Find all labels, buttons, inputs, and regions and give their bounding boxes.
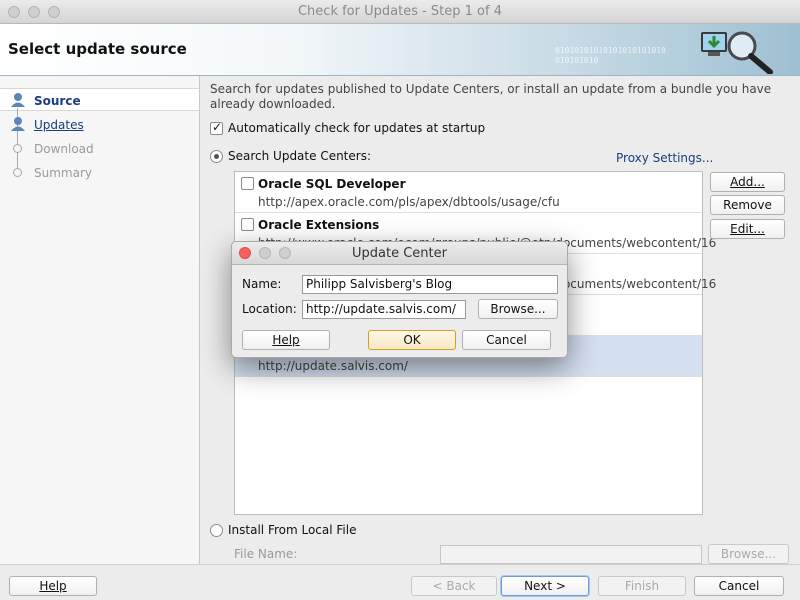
dialog-help-button[interactable]: Help xyxy=(242,330,330,350)
next-button-label: Next > xyxy=(524,579,566,593)
step-download: Download xyxy=(34,142,94,156)
install-local-file-radio[interactable] xyxy=(210,524,223,537)
list-item[interactable]: Oracle SQL Developer http://apex.oracle.… xyxy=(235,172,702,213)
update-center-checkbox[interactable] xyxy=(241,177,254,190)
dialog-cancel-button[interactable]: Cancel xyxy=(462,330,551,350)
update-center-url: http://apex.oracle.com/pls/apex/dbtools/… xyxy=(258,195,560,209)
finish-button[interactable]: Finish xyxy=(598,576,686,596)
update-search-icon xyxy=(701,31,773,74)
update-center-name: Oracle Extensions xyxy=(258,218,380,232)
auto-check-label: Automatically check for updates at start… xyxy=(228,121,486,135)
wizard-header: Select update source 0101010101010101010… xyxy=(0,24,800,76)
source-description: Search for updates published to Update C… xyxy=(210,82,772,111)
page-title: Select update source xyxy=(8,40,187,58)
step-source-icon xyxy=(11,93,25,107)
step-source[interactable]: Source xyxy=(34,94,81,108)
dialog-location-label: Location: xyxy=(242,302,297,316)
active-step-highlight xyxy=(0,88,199,111)
update-center-checkbox[interactable] xyxy=(241,218,254,231)
add-button-label: Add... xyxy=(730,175,765,189)
edit-button-label: Edit... xyxy=(730,222,765,236)
step-updates-icon xyxy=(11,117,25,131)
update-center-name: Oracle SQL Developer xyxy=(258,177,406,191)
dialog-help-label: Help xyxy=(272,333,300,347)
header-binary-decoration: 01010101010101010101010 010101010 xyxy=(555,46,666,65)
window-title: Check for Updates - Step 1 of 4 xyxy=(297,4,502,19)
wizard-steps-sidebar: Source Updates Download Summary xyxy=(0,76,200,564)
dialog-ok-button[interactable]: OK xyxy=(368,330,456,350)
dialog-title: Update Center xyxy=(352,246,447,261)
next-button[interactable]: Next > xyxy=(501,576,589,596)
search-update-centers-label: Search Update Centers: xyxy=(228,149,371,163)
auto-check-checkbox[interactable] xyxy=(210,120,223,135)
install-local-file-label: Install From Local File xyxy=(228,523,357,537)
edit-update-center-button[interactable]: Edit... xyxy=(710,219,785,239)
browse-file-button[interactable]: Browse... xyxy=(708,544,789,564)
dialog-name-input[interactable]: Philipp Salvisberg's Blog xyxy=(302,275,558,294)
file-name-input[interactable] xyxy=(440,545,702,564)
remove-button-label: Remove xyxy=(723,198,772,212)
help-button[interactable]: Help xyxy=(9,576,97,596)
proxy-settings-link[interactable]: Proxy Settings... xyxy=(616,151,713,165)
dialog-name-label: Name: xyxy=(242,277,282,291)
remove-update-center-button[interactable]: Remove xyxy=(710,195,785,215)
help-button-label: Help xyxy=(39,579,67,593)
window-title-bar: Check for Updates - Step 1 of 4 xyxy=(0,0,800,24)
update-center-url: http://update.salvis.com/ xyxy=(258,359,408,373)
back-button[interactable]: < Back xyxy=(411,576,497,596)
dialog-location-input[interactable]: http://update.salvis.com/ xyxy=(302,300,466,319)
wizard-footer: Help < Back Next > Finish Cancel xyxy=(0,564,800,600)
dialog-browse-button[interactable]: Browse... xyxy=(478,299,558,319)
step-updates[interactable]: Updates xyxy=(34,118,84,132)
step-summary: Summary xyxy=(34,166,92,180)
search-update-centers-radio[interactable] xyxy=(210,150,223,163)
cancel-button[interactable]: Cancel xyxy=(694,576,784,596)
step-summary-dot xyxy=(13,168,22,177)
step-download-dot xyxy=(13,144,22,153)
file-name-label: File Name: xyxy=(234,547,298,561)
dialog-title-bar: Update Center xyxy=(232,242,567,265)
add-update-center-button[interactable]: Add... xyxy=(710,172,785,192)
update-center-dialog: Update Center Name: Philipp Salvisberg's… xyxy=(231,241,568,358)
